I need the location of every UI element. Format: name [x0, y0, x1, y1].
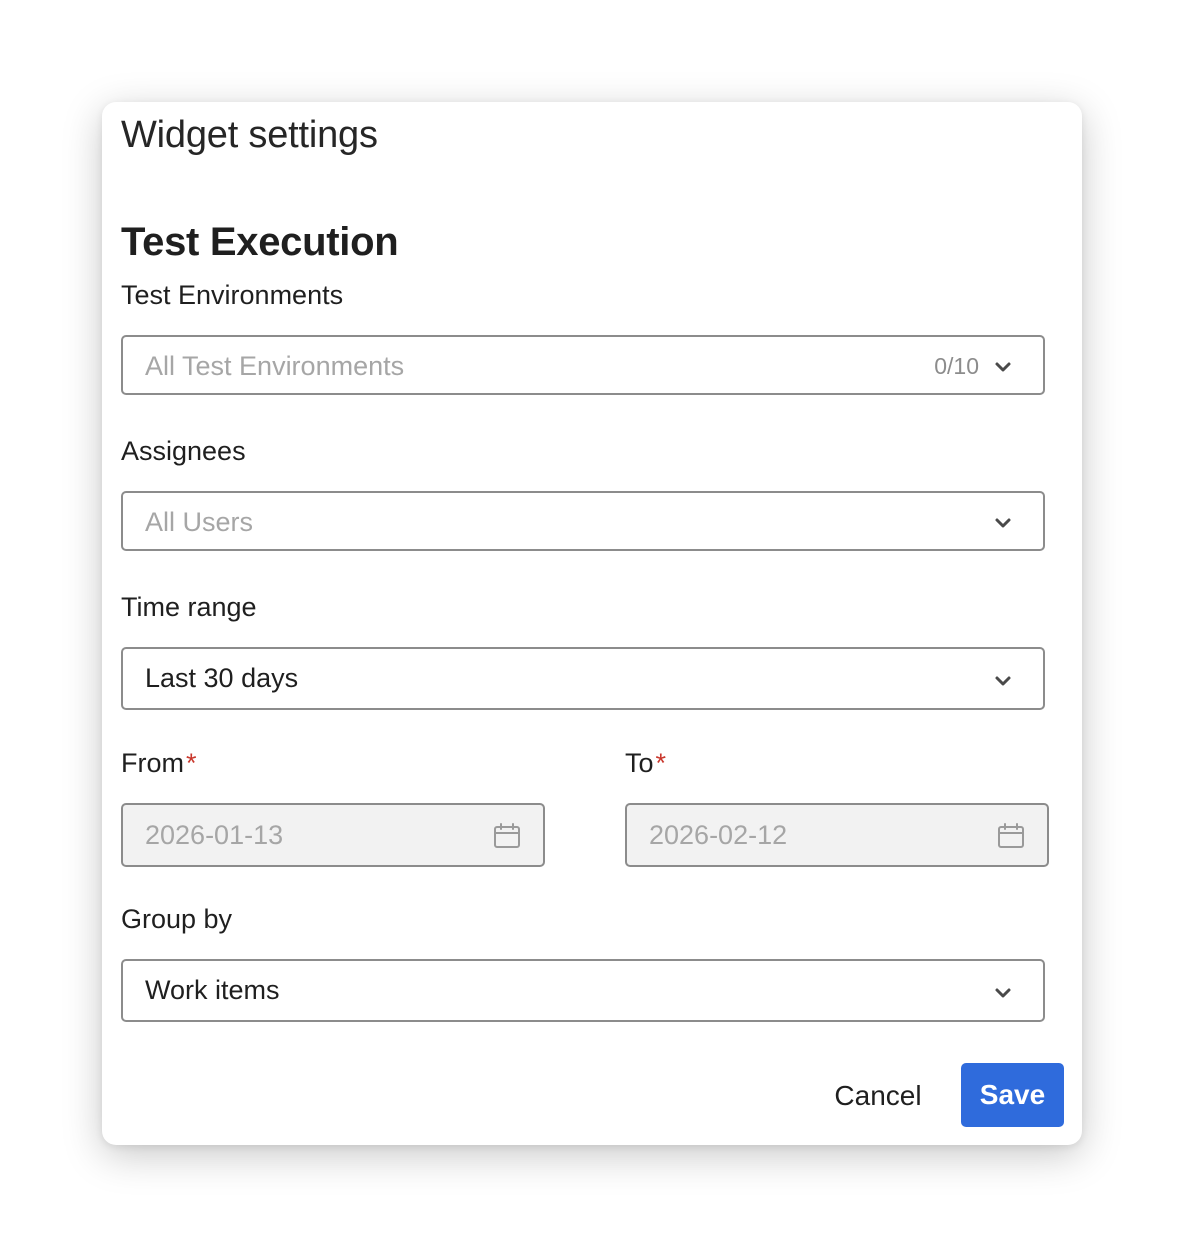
- test-environments-count: 0/10: [934, 353, 979, 379]
- assignees-label: Assignees: [121, 436, 246, 466]
- time-range-label: Time range: [121, 592, 257, 622]
- calendar-icon[interactable]: [997, 822, 1025, 850]
- save-button[interactable]: Save: [961, 1063, 1064, 1127]
- time-range-value: Last 30 days: [145, 663, 299, 693]
- test-environments-select[interactable]: All Test Environments 0/10: [121, 335, 1045, 395]
- required-asterisk: *: [655, 748, 667, 778]
- chevron-down-icon: [995, 988, 1011, 998]
- widget-settings-dialog: Widget settings Test Execution Test Envi…: [102, 102, 1082, 1145]
- to-label: To*: [625, 748, 666, 779]
- to-date-input[interactable]: 2026-02-12: [625, 803, 1049, 867]
- from-label-text: From: [121, 748, 184, 778]
- time-range-select[interactable]: Last 30 days: [121, 647, 1045, 710]
- chevron-down-icon: [995, 362, 1011, 372]
- required-asterisk: *: [186, 748, 197, 778]
- calendar-icon[interactable]: [493, 822, 521, 850]
- from-date-value: 2026-01-13: [145, 820, 284, 850]
- test-environments-label: Test Environments: [121, 280, 344, 310]
- group-by-value: Work items: [145, 975, 280, 1005]
- assignees-placeholder: All Users: [145, 507, 254, 537]
- chevron-down-icon: [995, 518, 1011, 528]
- test-environments-placeholder: All Test Environments: [145, 351, 405, 381]
- to-date-value: 2026-02-12: [649, 820, 788, 850]
- cancel-button[interactable]: Cancel: [816, 1064, 940, 1128]
- chevron-down-icon: [995, 676, 1011, 686]
- group-by-select[interactable]: Work items: [121, 959, 1045, 1022]
- from-date-input[interactable]: 2026-01-13: [121, 803, 545, 867]
- assignees-select[interactable]: All Users: [121, 491, 1045, 551]
- group-by-label: Group by: [121, 904, 233, 934]
- section-title: Test Execution: [121, 220, 399, 264]
- from-label: From*: [121, 748, 197, 779]
- to-label-text: To: [625, 748, 654, 778]
- dialog-title: Widget settings: [121, 114, 378, 156]
